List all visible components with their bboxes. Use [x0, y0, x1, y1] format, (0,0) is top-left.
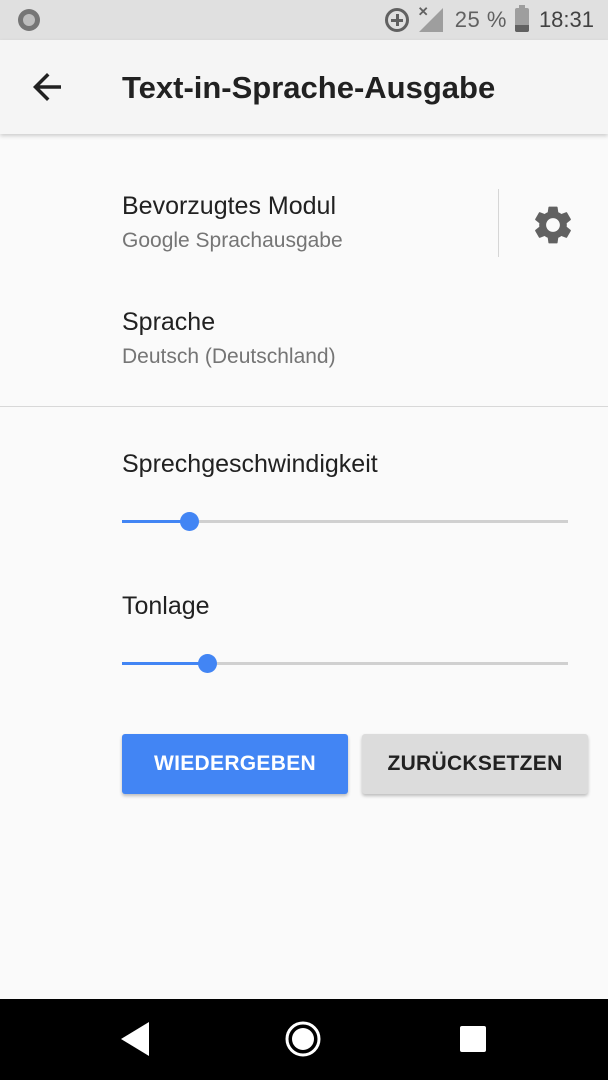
preferred-engine-item[interactable]: Bevorzugtes Modul Google Sprachausgabe: [122, 192, 492, 272]
vertical-divider: [498, 189, 499, 257]
signal-no-data-icon: ✕: [418, 4, 443, 32]
battery-charging-icon: [514, 5, 529, 32]
battery-percent: 25 %: [454, 7, 507, 32]
nav-recents-icon[interactable]: [460, 1026, 486, 1052]
pitch-slider[interactable]: [122, 648, 568, 678]
slider-thumb[interactable]: [197, 654, 217, 673]
status-icons: ✕ 25 % 18:31: [384, 0, 594, 40]
language-title: Sprache: [122, 308, 216, 336]
arrow-back-icon: [33, 73, 61, 101]
home-circle-icon: [285, 1021, 321, 1057]
status-time: 18:31: [538, 7, 594, 32]
page-title: Text-in-Sprache-Ausgabe: [122, 70, 496, 105]
status-bar: ✕ 25 % 18:31: [0, 0, 608, 40]
play-button[interactable]: WIEDERGEBEN: [122, 734, 348, 794]
engine-settings-button[interactable]: [530, 202, 576, 248]
navigation-bar: [0, 999, 608, 1080]
gear-icon: [535, 206, 571, 244]
language-item[interactable]: Sprache Deutsch (Deutschland): [122, 308, 592, 388]
back-button[interactable]: [26, 66, 68, 108]
preferred-engine-title: Bevorzugtes Modul: [122, 192, 337, 220]
app-bar: Text-in-Sprache-Ausgabe: [0, 40, 608, 134]
slider-fill: [122, 662, 207, 665]
pitch-label: Tonlage: [122, 592, 210, 620]
reset-button[interactable]: ZURÜCKSETZEN: [362, 734, 588, 794]
speech-rate-slider[interactable]: [122, 506, 568, 536]
notification-dot-icon: [18, 9, 40, 31]
slider-fill: [122, 520, 189, 523]
speech-rate-label: Sprechgeschwindigkeit: [122, 450, 378, 478]
data-saver-icon: [384, 8, 409, 32]
section-divider: [0, 406, 608, 407]
nav-home-icon[interactable]: [284, 1020, 322, 1058]
language-summary: Deutsch (Deutschland): [122, 345, 336, 368]
slider-thumb[interactable]: [179, 512, 199, 531]
nav-back-icon[interactable]: [121, 1022, 149, 1056]
preferred-engine-summary: Google Sprachausgabe: [122, 229, 343, 252]
